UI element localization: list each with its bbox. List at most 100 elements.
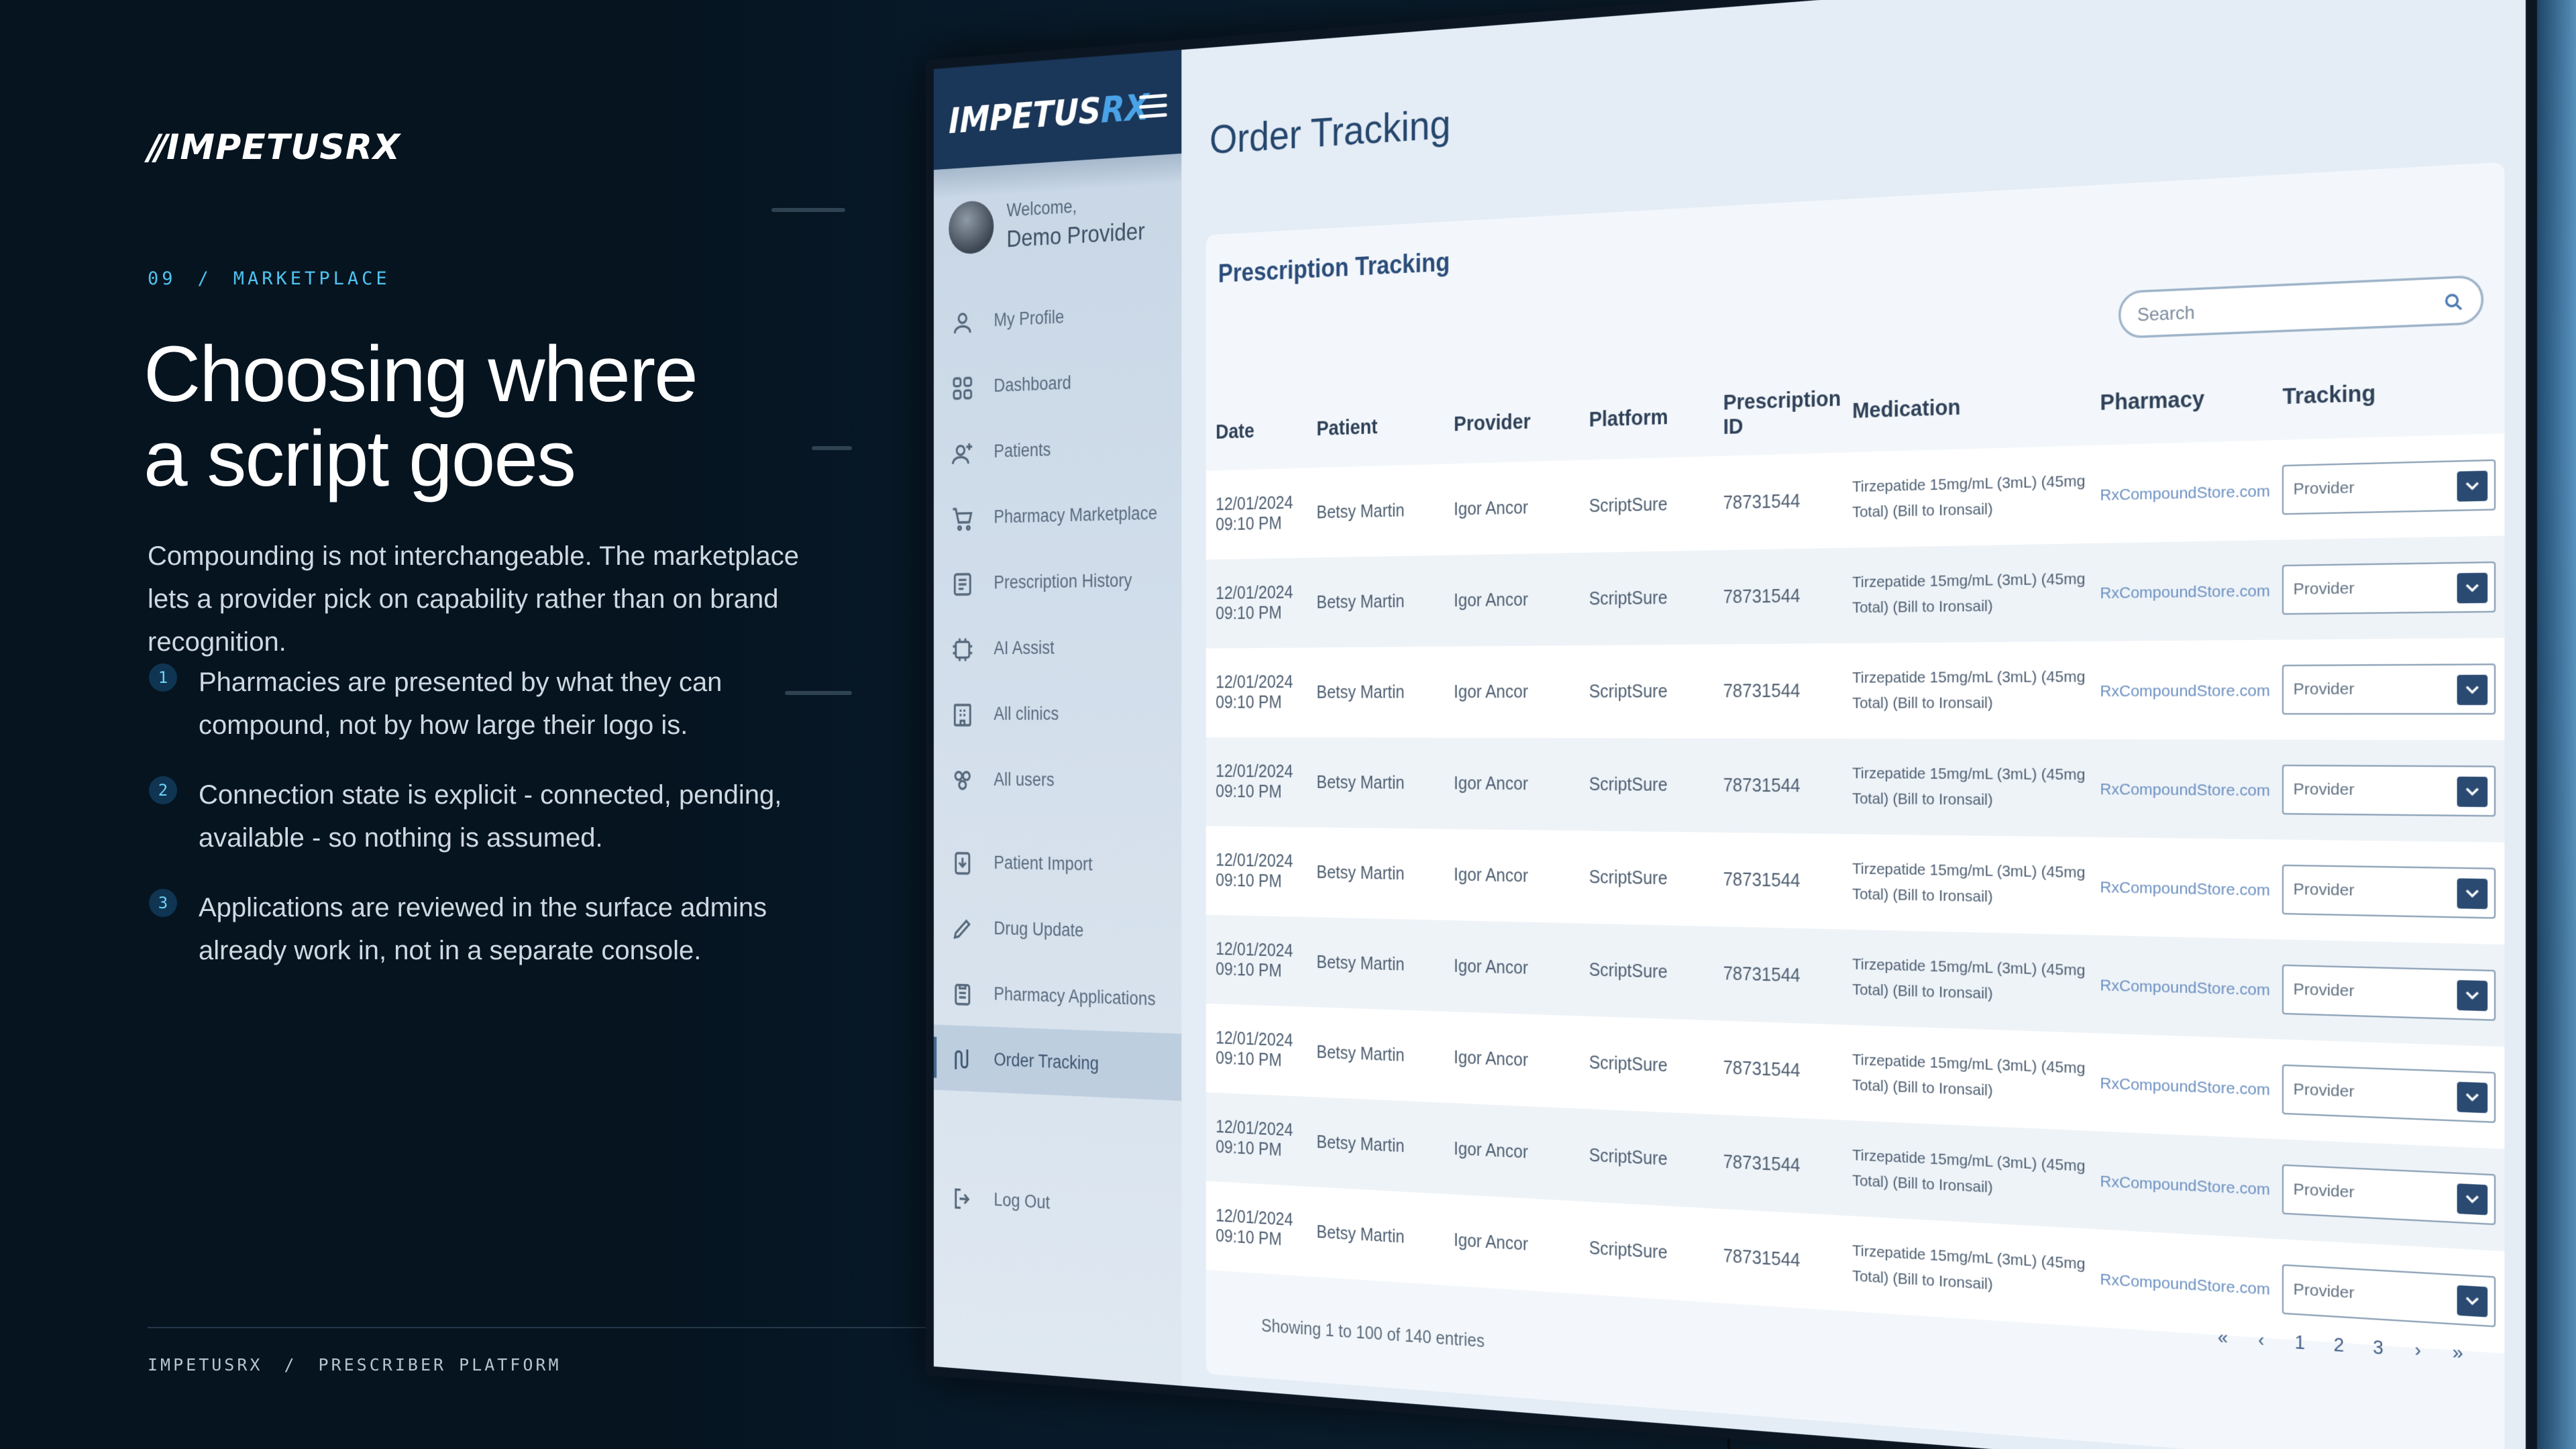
- footer-product: PRESCRIBER PLATFORM: [319, 1355, 561, 1375]
- tracking-select-value: Provider: [2294, 1080, 2355, 1102]
- user-welcome: Welcome, Demo Provider: [949, 182, 1173, 270]
- page-2-button[interactable]: 2: [2325, 1334, 2353, 1358]
- sidebar-item-patients[interactable]: Patients: [934, 412, 1181, 486]
- time-value: 09:10 PM: [1216, 603, 1281, 623]
- hamburger-menu-icon[interactable]: [1139, 94, 1167, 119]
- pharmacy-link[interactable]: RxCompoundStore.com: [2100, 780, 2270, 799]
- medication-text: Tirzepatide 15mg/mL (3mL) (45mg Total) (…: [1852, 857, 2088, 912]
- time-value: 09:10 PM: [1216, 782, 1281, 802]
- sidebar-item-ai-assist[interactable]: AI Assist: [934, 613, 1181, 682]
- cell-date: 12/01/2024 09:10 PM: [1206, 647, 1307, 737]
- cell-prescription-id: 78731544: [1712, 1020, 1841, 1120]
- column-header-patient[interactable]: Patient: [1307, 386, 1444, 468]
- sidebar-item-drug-update[interactable]: Drug Update: [934, 894, 1181, 967]
- sidebar-item-dashboard[interactable]: Dashboard: [934, 345, 1181, 421]
- pharmacy-link[interactable]: RxCompoundStore.com: [2100, 682, 2270, 700]
- cell-medication: Tirzepatide 15mg/mL (3mL) (45mg Total) (…: [1841, 834, 2088, 935]
- cell-pharmacy: RxCompoundStore.com: [2088, 540, 2270, 641]
- cell-patient: Betsy Martin: [1307, 917, 1444, 1012]
- prescription-tracking-card: Prescription Tracking Search Date Patien…: [1206, 162, 2505, 1449]
- list-icon: [951, 571, 974, 598]
- chevron-down-icon: [2457, 777, 2488, 807]
- cell-patient: Betsy Martin: [1307, 464, 1444, 558]
- tracking-select[interactable]: Provider: [2282, 1065, 2496, 1124]
- sidebar-item-pharmacy-marketplace[interactable]: Pharmacy Marketplace: [934, 479, 1181, 551]
- tracking-select[interactable]: Provider: [2282, 965, 2496, 1021]
- prev-page-button[interactable]: ‹: [2247, 1329, 2275, 1352]
- clipboard-icon: [951, 980, 974, 1008]
- cell-patient: Betsy Martin: [1307, 555, 1444, 648]
- cell-platform: ScriptSure: [1578, 456, 1713, 553]
- medication-text: Tirzepatide 15mg/mL (3mL) (45mg Total) (…: [1852, 664, 2088, 716]
- pharmacy-link[interactable]: RxCompoundStore.com: [2100, 878, 2270, 899]
- tracking-select[interactable]: Provider: [2282, 765, 2496, 817]
- page-1-button[interactable]: 1: [2286, 1332, 2314, 1355]
- sidebar-item-all-users[interactable]: All users: [934, 747, 1181, 814]
- route-icon: [951, 1045, 974, 1073]
- app-main: Order Tracking Prescription Tracking Sea…: [1181, 0, 2526, 1449]
- cell-tracking: Provider: [2270, 638, 2505, 740]
- sidebar-item-label: Dashboard: [994, 372, 1071, 396]
- column-header-pharmacy[interactable]: Pharmacy: [2088, 354, 2270, 445]
- sidebar-item-all-clinics[interactable]: All clinics: [934, 680, 1181, 747]
- pharmacy-link[interactable]: RxCompoundStore.com: [2100, 1173, 2270, 1199]
- cell-pharmacy: RxCompoundStore.com: [2088, 1229, 2270, 1338]
- cell-date: 12/01/2024 09:10 PM: [1206, 826, 1307, 917]
- sidebar-item-order-tracking[interactable]: Order Tracking: [934, 1024, 1181, 1101]
- sidebar-item-label: My Profile: [994, 307, 1064, 330]
- app-logo: IMPETUSRX: [949, 87, 1148, 142]
- cell-patient: Betsy Martin: [1307, 1097, 1444, 1194]
- cell-tracking: Provider: [2270, 536, 2505, 640]
- tracking-select[interactable]: Provider: [2282, 1264, 2496, 1327]
- column-header-date[interactable]: Date: [1206, 391, 1307, 471]
- tracking-select[interactable]: Provider: [2282, 663, 2496, 714]
- pharmacy-link[interactable]: RxCompoundStore.com: [2100, 482, 2270, 503]
- column-header-prescription-id[interactable]: Prescription ID: [1712, 371, 1841, 457]
- tracking-select[interactable]: Provider: [2282, 1165, 2496, 1226]
- search-icon: [2443, 290, 2465, 314]
- last-page-button[interactable]: »: [2443, 1342, 2472, 1366]
- sidebar-item-my-profile[interactable]: My Profile: [934, 278, 1181, 356]
- pharmacy-link[interactable]: RxCompoundStore.com: [2100, 582, 2270, 602]
- column-header-medication[interactable]: Medication: [1841, 362, 2088, 453]
- next-page-button[interactable]: ›: [2404, 1339, 2432, 1363]
- page-title: Order Tracking: [1210, 100, 1450, 163]
- first-page-button[interactable]: «: [2209, 1327, 2237, 1350]
- page-3-button[interactable]: 3: [2364, 1336, 2392, 1360]
- chevron-down-icon: [2457, 980, 2488, 1011]
- pharmacy-link[interactable]: RxCompoundStore.com: [2100, 976, 2270, 999]
- pharmacy-link[interactable]: RxCompoundStore.com: [2100, 1271, 2270, 1299]
- tracking-select[interactable]: Provider: [2282, 460, 2496, 515]
- sidebar-item-label: Patients: [994, 439, 1051, 462]
- welcome-label: Welcome,: [1006, 196, 1077, 221]
- sidebar-item-prescription-history[interactable]: Prescription History: [934, 546, 1181, 616]
- cell-pharmacy: RxCompoundStore.com: [2088, 1131, 2270, 1239]
- user-icon: [951, 309, 974, 337]
- tracking-select[interactable]: Provider: [2282, 865, 2496, 919]
- cell-tracking: Provider: [2270, 1039, 2505, 1149]
- chevron-down-icon: [2457, 471, 2488, 502]
- section-number: 09: [148, 268, 176, 289]
- footer-separator: /: [284, 1355, 297, 1375]
- cell-prescription-id: 78731544: [1712, 1208, 1841, 1310]
- column-header-provider[interactable]: Provider: [1444, 380, 1578, 464]
- sidebar-item-pharmacy-applications[interactable]: Pharmacy Applications: [934, 959, 1181, 1034]
- sidebar-item-label: Drug Update: [994, 918, 1083, 941]
- tracking-select-value: Provider: [2294, 479, 2355, 499]
- point-text: Connection state is explicit - connected…: [199, 780, 782, 853]
- tracking-select[interactable]: Provider: [2282, 561, 2496, 615]
- cell-medication: Tirzepatide 15mg/mL (3mL) (45mg Total) (…: [1841, 929, 2088, 1032]
- pharmacy-link[interactable]: RxCompoundStore.com: [2100, 1074, 2270, 1098]
- cell-date: 12/01/2024 09:10 PM: [1206, 1181, 1307, 1277]
- sidebar-item-log-out[interactable]: Log Out: [934, 1164, 1181, 1244]
- date-value: 12/01/2024: [1216, 672, 1293, 692]
- cell-provider: Igor Ancor: [1444, 920, 1578, 1016]
- sidebar-item-label: Pharmacy Marketplace: [994, 502, 1157, 527]
- column-header-tracking[interactable]: Tracking: [2270, 345, 2505, 440]
- column-header-platform[interactable]: Platform: [1578, 376, 1713, 460]
- tracking-select-value: Provider: [2294, 980, 2355, 1001]
- light-streak: [771, 208, 845, 212]
- sidebar-item-patient-import[interactable]: Patient Import: [934, 829, 1181, 900]
- search-input[interactable]: Search: [2118, 275, 2483, 339]
- cell-medication: Tirzepatide 15mg/mL (3mL) (45mg Total) (…: [1841, 543, 2088, 643]
